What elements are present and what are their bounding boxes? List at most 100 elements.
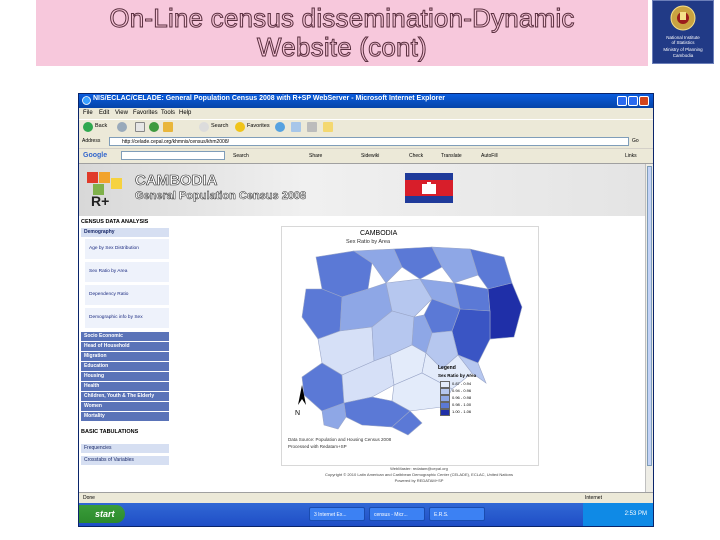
sidebar-item-women[interactable]: Women <box>81 402 169 411</box>
north-label: N <box>295 410 300 417</box>
sidebar-section-basic: BASIC TABULATIONS <box>81 429 139 435</box>
address-input[interactable]: http://celade.cepal.org/khmnis/census/kh… <box>109 137 629 146</box>
legend-swatch-2 <box>440 388 450 395</box>
sidebar-item-frequencies[interactable]: Frequencies <box>81 444 169 453</box>
sidebar-item-demography[interactable]: Demography <box>81 228 169 237</box>
clock: 2:53 PM <box>624 511 647 517</box>
slide-title: On-Line census dissemination-Dynamic Web… <box>36 3 648 62</box>
sidebar: CENSUS DATA ANALYSIS Demography Age by S… <box>79 218 173 492</box>
folder-icon[interactable] <box>323 122 333 132</box>
redatam-logo: R+ <box>87 172 122 209</box>
logo-text-3: Ministry of Planning <box>663 47 703 52</box>
taskbar: start 3 Internet Ex... census - Micr... … <box>79 503 653 526</box>
page-footer: WebMaster: redatam@cepal.org Copyright ©… <box>279 466 559 492</box>
sidebar-item-children-youth-elderly[interactable]: Children, Youth & The Elderly <box>81 392 169 401</box>
slide-title-line-2: Website (cont) <box>257 32 428 62</box>
google-autofill-button[interactable]: AutoFill <box>481 153 498 159</box>
search-button[interactable]: Search <box>211 123 228 129</box>
forward-icon[interactable] <box>117 122 127 132</box>
map-region-stungtreng <box>453 282 491 312</box>
home-icon[interactable] <box>163 122 173 132</box>
map-region-northeast <box>469 248 513 290</box>
sidebar-section-census: CENSUS DATA ANALYSIS <box>81 219 149 225</box>
menu-view[interactable]: View <box>115 110 128 116</box>
status-zone: Internet <box>585 495 602 501</box>
scrollbar-thumb[interactable] <box>647 166 652 466</box>
legend-entry-5: 1.00 - 1.06 <box>440 409 472 416</box>
system-tray: 2:53 PM <box>583 503 653 526</box>
legend-range-4: 0.98 - 1.00 <box>452 402 472 407</box>
slide-title-line-1: On-Line census dissemination-Dynamic <box>109 3 575 33</box>
sidebar-item-housing[interactable]: Housing <box>81 372 169 381</box>
stop-icon[interactable] <box>135 122 145 132</box>
legend-range-5: 1.00 - 1.06 <box>452 409 472 414</box>
emblem-icon <box>670 5 696 31</box>
map-panel: CAMBODIA Sex Ratio by Area N Legend Sex … <box>281 226 539 466</box>
address-label: Address <box>82 138 101 144</box>
map-legend: Legend Sex Ratio by Area 0.87 - 0.94 0.9… <box>432 365 532 429</box>
mail-icon[interactable] <box>291 122 301 132</box>
close-button[interactable] <box>639 96 649 106</box>
links-button[interactable]: Links <box>625 153 637 159</box>
logo-text-2: of Statistics <box>671 40 695 45</box>
google-share-button[interactable]: Share <box>309 153 322 159</box>
vertical-scrollbar[interactable] <box>645 164 653 492</box>
toolbar: Back Search Favorites <box>79 119 653 136</box>
map-source-line-2: Processed with Redatam+SP <box>288 444 347 449</box>
sidebar-subitem-dependency-ratio[interactable]: Dependency Ratio <box>85 285 169 305</box>
sidebar-subitem-age-by-sex[interactable]: Age by Sex Distribution <box>85 239 169 259</box>
sidebar-item-mortality[interactable]: Mortality <box>81 412 169 421</box>
window-titlebar[interactable]: NIS/ECLAC/CELADE: General Population Cen… <box>79 94 653 108</box>
status-text: Done <box>83 495 95 501</box>
go-button[interactable]: Go <box>632 138 639 144</box>
sidebar-subitem-sex-ratio[interactable]: Sex Ratio by Area <box>85 262 169 282</box>
menu-edit[interactable]: Edit <box>99 110 109 116</box>
banner-subtitle: General Population Census 2008 <box>135 190 307 203</box>
sidebar-item-crosstabs[interactable]: Crosstabs of Variables <box>81 456 169 465</box>
legend-entry-2: 0.94 - 0.96 <box>440 388 472 395</box>
legend-title: Legend <box>438 365 456 371</box>
start-button[interactable]: start <box>79 505 125 523</box>
legend-entry-1: 0.87 - 0.94 <box>440 381 471 388</box>
back-icon[interactable] <box>83 122 93 132</box>
back-button[interactable]: Back <box>95 123 107 129</box>
refresh-icon[interactable] <box>149 122 159 132</box>
menu-file[interactable]: File <box>83 110 93 116</box>
legend-range-2: 0.94 - 0.96 <box>452 388 472 393</box>
legend-entry-3: 0.96 - 0.98 <box>440 395 471 402</box>
sidebar-item-health[interactable]: Health <box>81 382 169 391</box>
taskbar-item-census[interactable]: census - Micr... <box>369 507 425 521</box>
google-sidewiki-button[interactable]: Sidewiki <box>361 153 379 159</box>
footer-powered-by[interactable]: Powered by REDATAM+SP <box>279 478 559 484</box>
maximize-button[interactable] <box>628 96 638 106</box>
sidebar-item-education[interactable]: Education <box>81 362 169 371</box>
sidebar-item-socio-economic[interactable]: Socio Economic <box>81 332 169 341</box>
menu-favorites[interactable]: Favorites <box>133 110 158 116</box>
address-bar: Address http://celade.cepal.org/khmnis/c… <box>79 136 653 148</box>
google-search-input[interactable] <box>121 151 225 160</box>
google-logo: Google <box>83 152 108 159</box>
logo-label: R+ <box>91 193 109 209</box>
menu-tools[interactable]: Tools <box>161 110 175 116</box>
taskbar-item-ie[interactable]: 3 Internet Ex... <box>309 507 365 521</box>
page-content: R+ CAMBODIA General Population Census 20… <box>79 164 645 492</box>
google-translate-button[interactable]: Translate <box>441 153 462 159</box>
legend-swatch-4 <box>440 402 450 409</box>
search-icon[interactable] <box>199 122 209 132</box>
google-check-button[interactable]: Check <box>409 153 423 159</box>
favorites-button[interactable]: Favorites <box>247 123 270 129</box>
institute-logo: National Institute of Statistics Ministr… <box>652 0 714 64</box>
google-search-button[interactable]: Search <box>233 153 249 159</box>
favorites-icon[interactable] <box>235 122 245 132</box>
sidebar-subitem-demographic-info[interactable]: Demographic info by Sex <box>85 308 169 328</box>
minimize-button[interactable] <box>617 96 627 106</box>
sidebar-item-migration[interactable]: Migration <box>81 352 169 361</box>
legend-swatch-5 <box>440 409 450 416</box>
taskbar-item-ers[interactable]: E.R.S. <box>429 507 485 521</box>
history-icon[interactable] <box>275 122 285 132</box>
google-toolbar: Google Search Share Sidewiki Check Trans… <box>79 149 653 164</box>
sidebar-item-head-of-household[interactable]: Head of Household <box>81 342 169 351</box>
print-icon[interactable] <box>307 122 317 132</box>
menu-help[interactable]: Help <box>179 110 191 116</box>
logo-text-4: Cambodia <box>672 53 694 58</box>
